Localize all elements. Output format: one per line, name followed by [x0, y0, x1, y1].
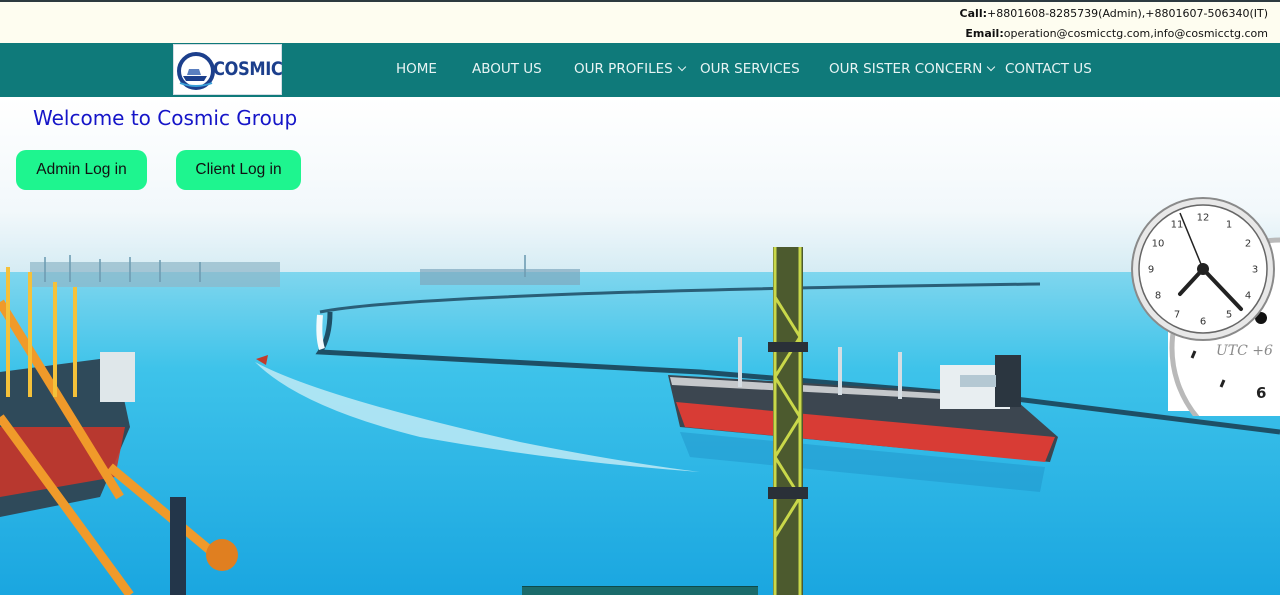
- clock-numeral: 8: [1155, 291, 1161, 302]
- email-addresses[interactable]: operation@cosmicctg.com,info@cosmicctg.c…: [1004, 27, 1268, 40]
- top-info-bar: Call:+8801608-8285739(Admin),+8801607-50…: [0, 0, 1280, 43]
- nav-contact-us[interactable]: CONTACT US: [1005, 61, 1092, 77]
- world-clock-widget: UTC +6 6 12 1 2 3 4 5 6 7 8 9 10 11: [1130, 196, 1280, 459]
- nav-our-sister-concern-label: OUR SISTER CONCERN: [829, 61, 983, 77]
- clock-numeral: 7: [1174, 310, 1180, 321]
- nav-home[interactable]: HOME: [396, 61, 437, 77]
- email-info: Email:operation@cosmicctg.com,info@cosmi…: [965, 27, 1268, 40]
- ship-emblem-icon: [177, 52, 215, 90]
- clock-numeral: 1: [1226, 220, 1232, 231]
- nav-our-profiles[interactable]: OUR PROFILES: [574, 61, 686, 77]
- clock-numeral: 10: [1152, 239, 1165, 250]
- clock-numeral: 11: [1171, 220, 1184, 231]
- nav-our-sister-concern[interactable]: OUR SISTER CONCERN: [829, 61, 996, 77]
- cosmic-logo[interactable]: COSMIC: [173, 44, 283, 95]
- chevron-down-icon: [987, 62, 996, 72]
- nav-our-services[interactable]: OUR SERVICES: [700, 61, 800, 77]
- clock-numeral: 9: [1148, 265, 1154, 276]
- bottom-tab-strip[interactable]: [522, 586, 758, 595]
- email-label: Email:: [965, 27, 1004, 40]
- call-info: Call:+8801608-8285739(Admin),+8801607-50…: [960, 7, 1268, 20]
- clock-numeral: 12: [1197, 213, 1210, 224]
- welcome-heading: Welcome to Cosmic Group: [33, 106, 298, 130]
- admin-login-button[interactable]: Admin Log in: [16, 150, 147, 190]
- chevron-down-icon: [677, 62, 686, 72]
- clock-numeral: 2: [1245, 239, 1251, 250]
- call-label: Call:: [959, 7, 987, 20]
- main-navbar: COSMIC HOME ABOUT US OUR PROFILES OUR SE…: [0, 43, 1280, 97]
- clock-numeral: 5: [1226, 310, 1232, 321]
- second-clock-number: 6: [1256, 384, 1266, 402]
- clock-numeral: 3: [1252, 265, 1258, 276]
- call-numbers[interactable]: +8801608-8285739(Admin),+8801607-506340(…: [987, 7, 1268, 20]
- utc-label: UTC +6: [1216, 343, 1273, 359]
- nav-about-us[interactable]: ABOUT US: [472, 61, 542, 77]
- clock-numeral: 4: [1245, 291, 1251, 302]
- client-login-button[interactable]: Client Log in: [176, 150, 301, 190]
- nav-our-profiles-label: OUR PROFILES: [574, 61, 673, 77]
- analog-clock: UTC +6 6 121234567891011: [1131, 197, 1280, 459]
- clock-numeral: 6: [1200, 317, 1206, 328]
- logo-text: COSMIC: [213, 58, 283, 80]
